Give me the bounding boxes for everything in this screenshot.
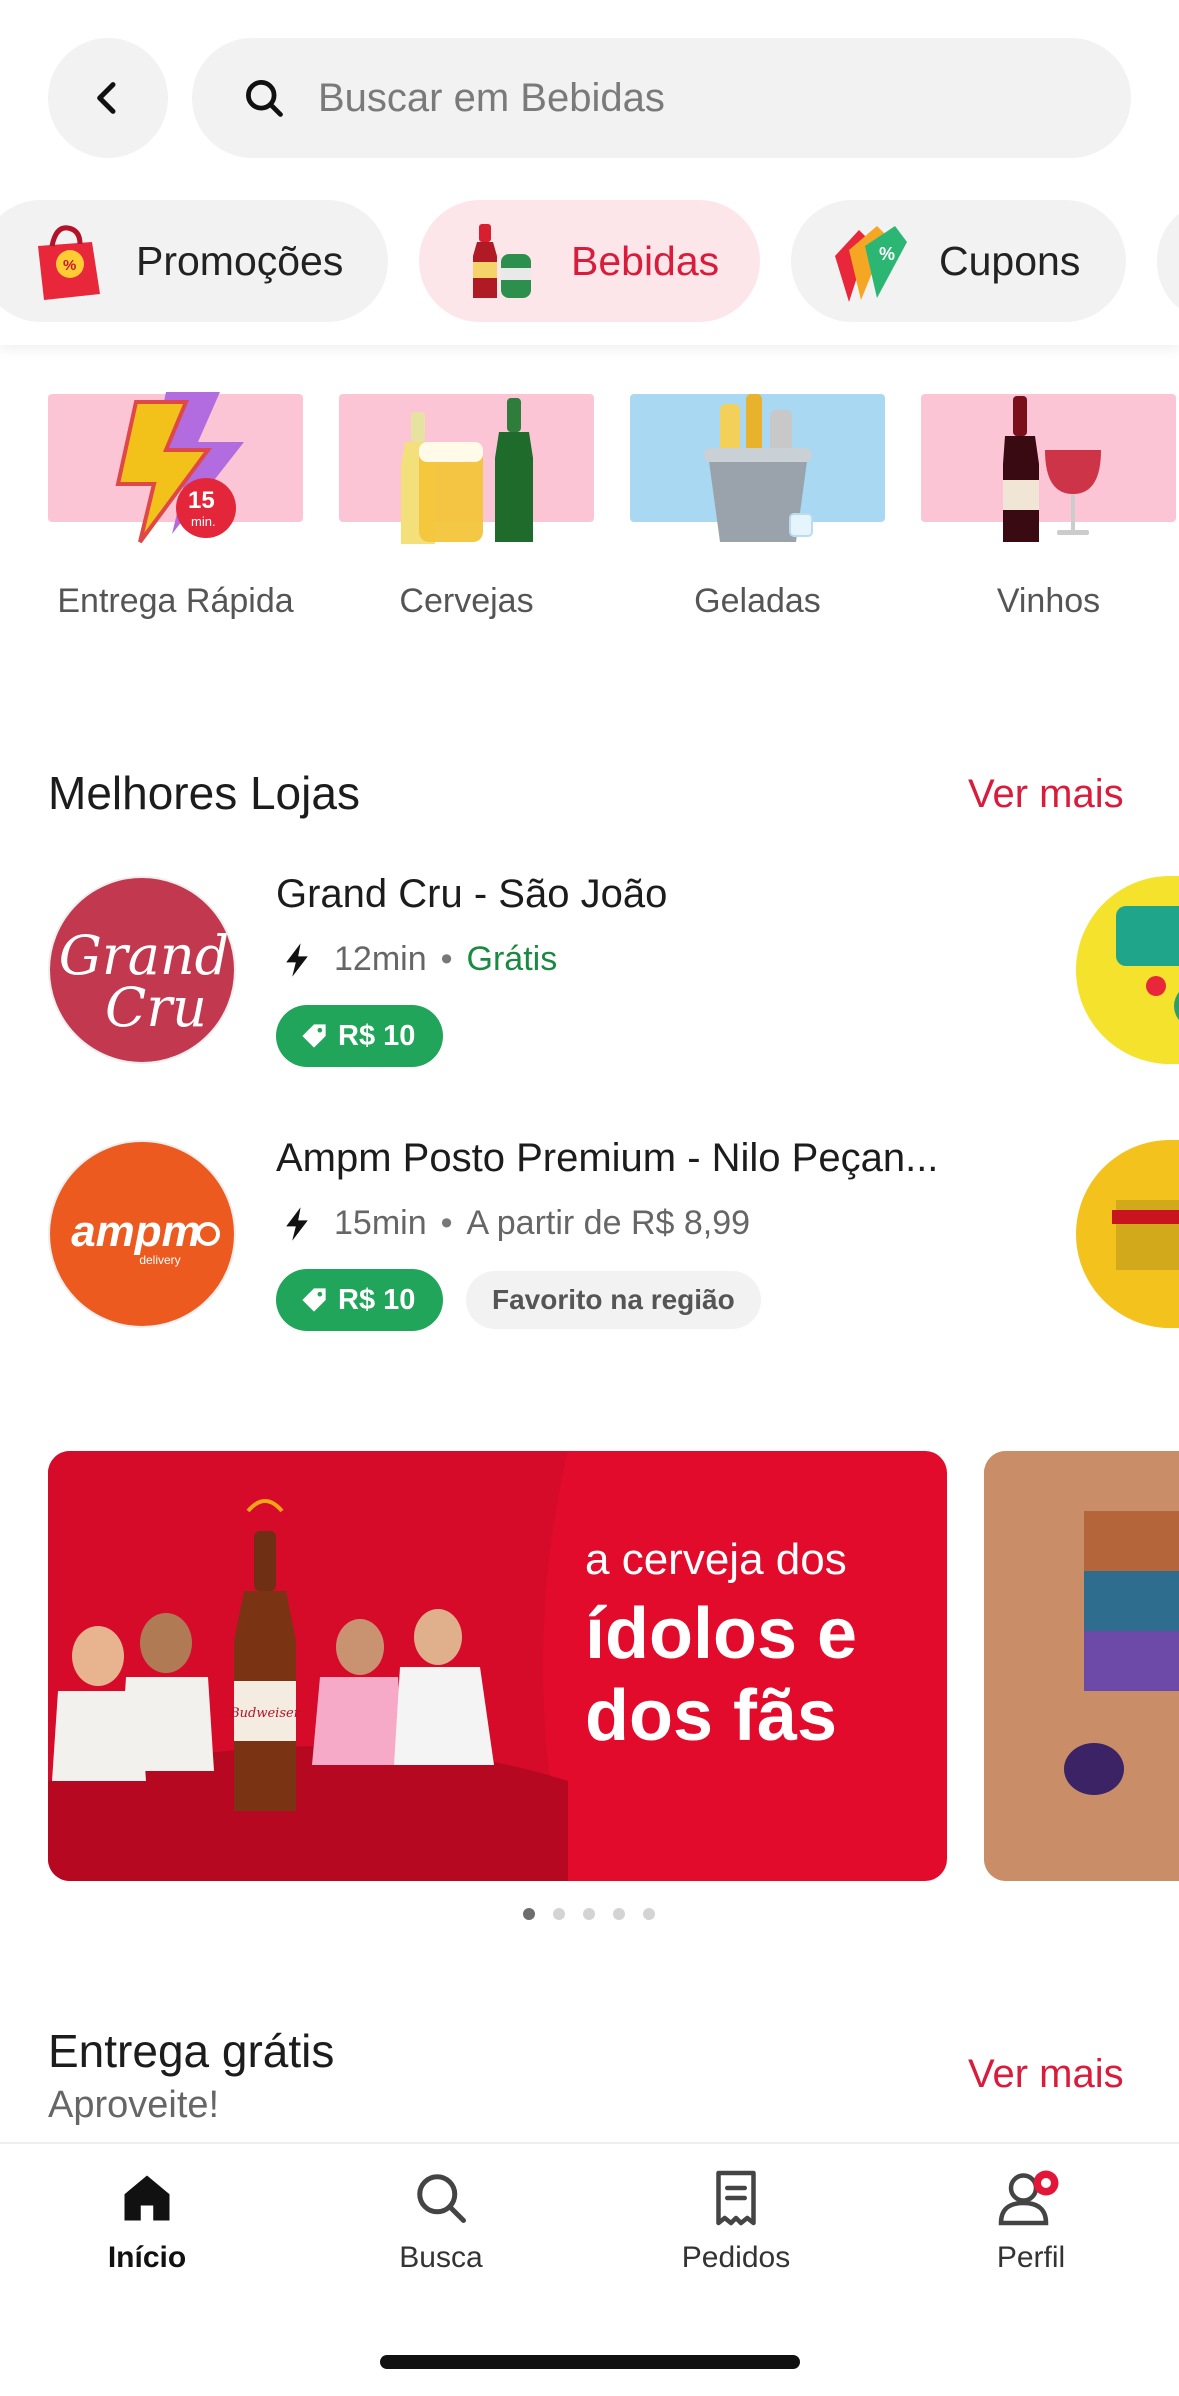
search-input[interactable] — [318, 75, 1018, 121]
category-name: Entrega Rápida — [57, 582, 294, 620]
section-title-melhores-lojas: Melhores Lojas — [48, 767, 360, 819]
category-cervejas[interactable]: Cervejas — [339, 394, 594, 621]
delivery-time: 12min — [334, 940, 427, 978]
carousel-dot[interactable] — [553, 1908, 565, 1920]
category-chips: % Promoções Bebidas % Cupons — [0, 200, 1179, 325]
delivery-fee: Grátis — [466, 940, 558, 978]
chip-label: Promoções — [136, 237, 344, 284]
banner-line-1: a cerveja dos — [585, 1535, 847, 1584]
search-icon — [246, 80, 283, 117]
delivery-time: 15min — [334, 1204, 427, 1242]
nav-label: Perfil — [996, 2241, 1066, 2274]
tag-icon — [302, 1288, 326, 1312]
category-name: Cervejas — [399, 582, 534, 620]
svg-text:15: 15 — [188, 487, 215, 514]
section-title-entrega-gratis: Entrega grátis — [48, 2025, 335, 2077]
lightning-icon — [286, 1206, 308, 1241]
home-indicator — [380, 2355, 800, 2369]
search-icon — [417, 2174, 466, 2223]
favorite-badge: Favorito na região — [466, 1271, 761, 1329]
logo-text: ampm — [71, 1207, 201, 1256]
store-name[interactable]: Ampm Posto Premium - Nilo Peçan... — [276, 1136, 938, 1181]
store-logo-peek[interactable] — [1076, 876, 1179, 1064]
coupon-icon: % — [835, 226, 907, 302]
home-icon — [124, 2175, 170, 2221]
nav-pedidos[interactable]: Pedidos — [636, 2168, 836, 2275]
delivery-fee: A partir de R$ 8,99 — [466, 1204, 751, 1242]
store-logo-grand-cru[interactable]: Grand Cru — [48, 876, 236, 1064]
chip-bebidas[interactable]: Bebidas — [419, 200, 760, 322]
nav-inicio[interactable]: Início — [47, 2168, 247, 2275]
back-button[interactable] — [48, 38, 168, 158]
nav-busca[interactable]: Busca — [341, 2168, 541, 2275]
category-name: Vinhos — [996, 582, 1101, 620]
separator-dot: • — [440, 940, 453, 978]
category-tile — [339, 394, 594, 544]
receipt-icon — [716, 2170, 756, 2226]
category-tile — [921, 394, 1176, 542]
logo-text: Cru — [105, 976, 207, 1039]
carousel-dot[interactable] — [583, 1908, 595, 1920]
svg-text:min.: min. — [191, 514, 216, 529]
category-geladas[interactable]: Geladas — [630, 394, 885, 621]
lightning-icon — [286, 942, 308, 977]
store-meta: 15min • A partir de R$ 8,99 — [282, 1204, 750, 1243]
carousel-dot[interactable] — [523, 1908, 535, 1920]
chip-label: Cupons — [939, 237, 1081, 284]
coupon-badge: R$ 10 — [276, 1005, 444, 1067]
svg-text:%: % — [879, 244, 895, 264]
store-logo-peek[interactable] — [1076, 1140, 1179, 1328]
chip-more[interactable] — [1157, 200, 1179, 322]
chip-promocoes[interactable]: % Promoções — [0, 200, 388, 322]
svg-text:%: % — [63, 257, 76, 274]
section-subtitle: Aproveite! — [48, 2084, 220, 2126]
ver-mais-entrega-link[interactable]: Ver mais — [968, 2052, 1124, 2097]
carousel-dot[interactable] — [643, 1908, 655, 1920]
wine-icon — [1003, 396, 1101, 542]
top-bar: % Promoções Bebidas % — [0, 0, 1179, 345]
nav-label: Início — [107, 2241, 187, 2274]
promo-banner[interactable]: Budweiser a cerveja dos ídolos e dos fãs — [48, 1451, 947, 1881]
category-name: Geladas — [694, 582, 821, 620]
carousel-dots — [523, 1908, 673, 1920]
ampm-logo: ampm delivery — [71, 1207, 220, 1267]
store-name[interactable]: Grand Cru - São João — [276, 872, 667, 917]
logo-text: delivery — [139, 1253, 180, 1267]
chevron-left-icon — [97, 82, 116, 114]
separator-dot: • — [440, 1204, 453, 1242]
tag-icon — [302, 1024, 326, 1048]
ice-bucket-icon — [704, 394, 813, 542]
page: % Promoções Bebidas % — [0, 0, 1179, 2396]
category-vinhos[interactable]: Vinhos — [921, 394, 1176, 621]
drinks-icon — [473, 224, 531, 298]
nav-perfil[interactable]: Perfil — [931, 2168, 1131, 2275]
store-logo-art — [1112, 1200, 1179, 1270]
store-meta: 12min • Grátis — [282, 940, 557, 979]
lightning-icon: 15 min. — [115, 392, 244, 544]
promo-banner-next[interactable] — [984, 1451, 1179, 1881]
user-icon — [998, 2170, 1059, 2226]
grand-cru-logo: Grand Cru — [59, 924, 230, 1039]
carousel-dot[interactable] — [613, 1908, 625, 1920]
search-bar[interactable] — [192, 38, 1131, 158]
shopping-bag-icon: % — [38, 225, 100, 300]
coupon-value: R$ 10 — [338, 1283, 416, 1316]
nav-label: Pedidos — [681, 2241, 791, 2274]
banner-brand: Budweiser — [229, 1706, 301, 1721]
ver-mais-lojas-link[interactable]: Ver mais — [968, 772, 1124, 817]
chip-cupons[interactable]: % Cupons — [791, 200, 1126, 322]
category-tile: 15 min. — [48, 392, 303, 544]
chip-label: Bebidas — [571, 237, 720, 284]
store-logo-ampm[interactable]: ampm delivery — [48, 1140, 236, 1328]
banner-line-2: ídolos e dos fãs — [585, 1594, 858, 1756]
coupon-badge: R$ 10 — [276, 1269, 444, 1331]
beer-icon — [401, 398, 533, 544]
banner-next-art — [984, 1451, 1179, 1881]
nav-label: Busca — [399, 2241, 483, 2274]
store-logo-art — [1116, 906, 1179, 1020]
category-entrega-rapida[interactable]: 15 min. Entrega Rápida — [48, 392, 303, 621]
category-tile — [630, 394, 885, 542]
coupon-value: R$ 10 — [338, 1019, 416, 1052]
